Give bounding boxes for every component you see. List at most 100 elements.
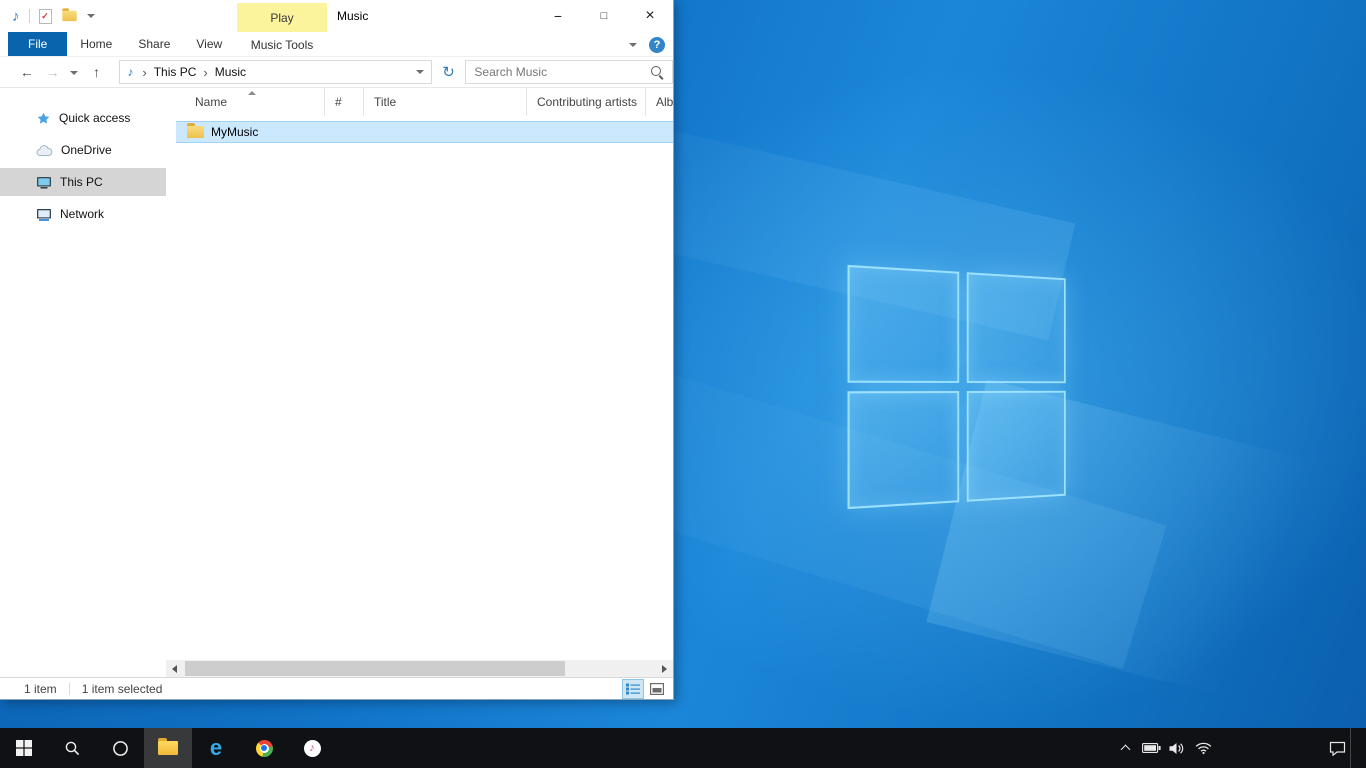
logo-pane	[967, 391, 1066, 502]
thumbnails-view-button[interactable]	[646, 679, 668, 699]
show-desktop-button[interactable]	[1350, 728, 1356, 768]
volume-icon	[1169, 742, 1185, 755]
search-icon[interactable]	[650, 65, 664, 79]
column-header-title[interactable]: Title	[364, 88, 527, 116]
status-bar: 1 item 1 item selected	[0, 677, 673, 699]
close-button[interactable]: ×	[627, 0, 673, 32]
search-box	[465, 60, 673, 84]
navigation-pane: Quick access OneDrive This PC Network	[0, 88, 166, 677]
title-bar: ♪ ✓ Play Music − □ ×	[0, 0, 673, 32]
sort-ascending-caret-icon	[248, 91, 256, 95]
file-explorer-icon	[158, 741, 178, 755]
ribbon-right-controls: ?	[629, 32, 665, 57]
minimize-button[interactable]: −	[535, 0, 581, 32]
sidebar-item-quick-access[interactable]: Quick access	[0, 104, 166, 132]
windows-logo-wallpaper	[848, 265, 1066, 509]
forward-button[interactable]: →	[44, 64, 62, 80]
up-button[interactable]: ↑	[88, 64, 106, 80]
ribbon-tab-bar: File Home Share View Music Tools ?	[0, 32, 673, 57]
logo-pane	[848, 265, 960, 383]
taskbar-file-explorer-button[interactable]	[144, 728, 192, 768]
tray-spacer	[1216, 728, 1324, 768]
details-view-icon	[626, 683, 640, 695]
cortana-button[interactable]	[96, 728, 144, 768]
volume-tray-button[interactable]	[1164, 728, 1190, 768]
taskbar: e ♪	[0, 728, 1366, 768]
address-bar[interactable]: ♪ › This PC › Music	[119, 60, 431, 84]
item-count: 1 item	[24, 682, 57, 696]
chrome-icon	[256, 740, 273, 757]
maximize-button[interactable]: □	[581, 0, 627, 32]
tab-view[interactable]: View	[183, 32, 235, 56]
taskbar-chrome-button[interactable]	[240, 728, 288, 768]
logo-pane	[848, 391, 960, 509]
sidebar-item-label: Network	[60, 207, 104, 221]
chevron-up-icon	[1120, 745, 1130, 755]
action-center-button[interactable]	[1324, 728, 1350, 768]
file-row-mymusic[interactable]: MyMusic	[176, 121, 673, 143]
file-explorer-window: ♪ ✓ Play Music − □ × File Home Share Vie…	[0, 0, 674, 700]
explorer-main: Quick access OneDrive This PC Network Na…	[0, 88, 673, 677]
column-header-number[interactable]: #	[325, 88, 364, 116]
properties-icon[interactable]: ✓	[39, 9, 52, 24]
breadcrumb-separator: ›	[203, 65, 207, 80]
battery-tray-button[interactable]	[1138, 728, 1164, 768]
navigation-bar: ← → ↑ ♪ › This PC › Music ↻	[0, 57, 673, 88]
horizontal-scrollbar[interactable]	[166, 660, 673, 677]
battery-icon	[1142, 743, 1161, 753]
window-music-icon: ♪	[12, 9, 20, 24]
breadcrumb-this-pc[interactable]: This PC	[154, 65, 197, 79]
scroll-left-arrow-icon	[172, 665, 177, 673]
action-center-icon	[1329, 741, 1346, 756]
status-separator	[69, 683, 70, 695]
quick-access-toolbar: ♪ ✓	[0, 9, 95, 24]
taskbar-search-button[interactable]	[48, 728, 96, 768]
address-dropdown-chevron-icon[interactable]	[416, 70, 424, 74]
folder-icon	[187, 126, 204, 138]
tab-home[interactable]: Home	[67, 32, 125, 56]
scroll-left-button[interactable]	[166, 660, 183, 677]
scroll-right-arrow-icon	[662, 665, 667, 673]
help-icon[interactable]: ?	[649, 37, 665, 53]
taskbar-itunes-button[interactable]: ♪	[288, 728, 336, 768]
sidebar-item-onedrive[interactable]: OneDrive	[0, 136, 166, 164]
computer-icon	[36, 175, 52, 190]
search-icon	[64, 740, 81, 757]
breadcrumb-music[interactable]: Music	[215, 65, 246, 79]
scrollbar-thumb[interactable]	[185, 661, 565, 676]
location-music-icon: ♪	[127, 65, 133, 79]
contextual-tab-group-play[interactable]: Play	[237, 3, 327, 32]
search-input[interactable]	[474, 65, 650, 79]
details-view-button[interactable]	[622, 679, 644, 699]
start-button[interactable]	[0, 728, 48, 768]
tab-share[interactable]: Share	[125, 32, 183, 56]
column-header-contributing-artists[interactable]: Contributing artists	[527, 88, 646, 116]
tab-music-tools[interactable]: Music Tools	[237, 32, 327, 57]
collapse-ribbon-chevron-icon[interactable]	[629, 43, 637, 47]
column-headers: Name # Title Contributing artists Alb	[176, 88, 673, 116]
window-controls: − □ ×	[535, 0, 673, 32]
cloud-icon	[36, 144, 53, 157]
logo-pane	[967, 272, 1066, 383]
breadcrumb-separator: ›	[142, 65, 146, 80]
sidebar-item-network[interactable]: Network	[0, 200, 166, 228]
column-header-album[interactable]: Alb	[646, 88, 673, 116]
taskbar-internet-explorer-button[interactable]: e	[192, 728, 240, 768]
sidebar-item-this-pc[interactable]: This PC	[0, 168, 166, 196]
windows-logo-icon	[16, 740, 32, 756]
back-button[interactable]: ←	[18, 64, 36, 80]
recent-locations-chevron-icon[interactable]	[70, 71, 78, 75]
tab-file[interactable]: File	[8, 32, 67, 56]
star-icon	[36, 111, 51, 126]
show-hidden-icons-button[interactable]	[1112, 728, 1138, 768]
new-folder-icon[interactable]	[62, 11, 76, 21]
refresh-button[interactable]: ↻	[440, 63, 458, 81]
internet-explorer-icon: e	[210, 737, 222, 759]
scroll-right-button[interactable]	[656, 660, 673, 677]
customize-toolbar-chevron-icon[interactable]	[87, 14, 95, 18]
network-tray-button[interactable]	[1190, 728, 1216, 768]
file-list-pane: Name # Title Contributing artists Alb My…	[166, 88, 673, 677]
file-list-empty-area[interactable]	[166, 143, 673, 677]
sidebar-item-label: OneDrive	[61, 143, 112, 157]
itunes-icon: ♪	[304, 740, 321, 757]
